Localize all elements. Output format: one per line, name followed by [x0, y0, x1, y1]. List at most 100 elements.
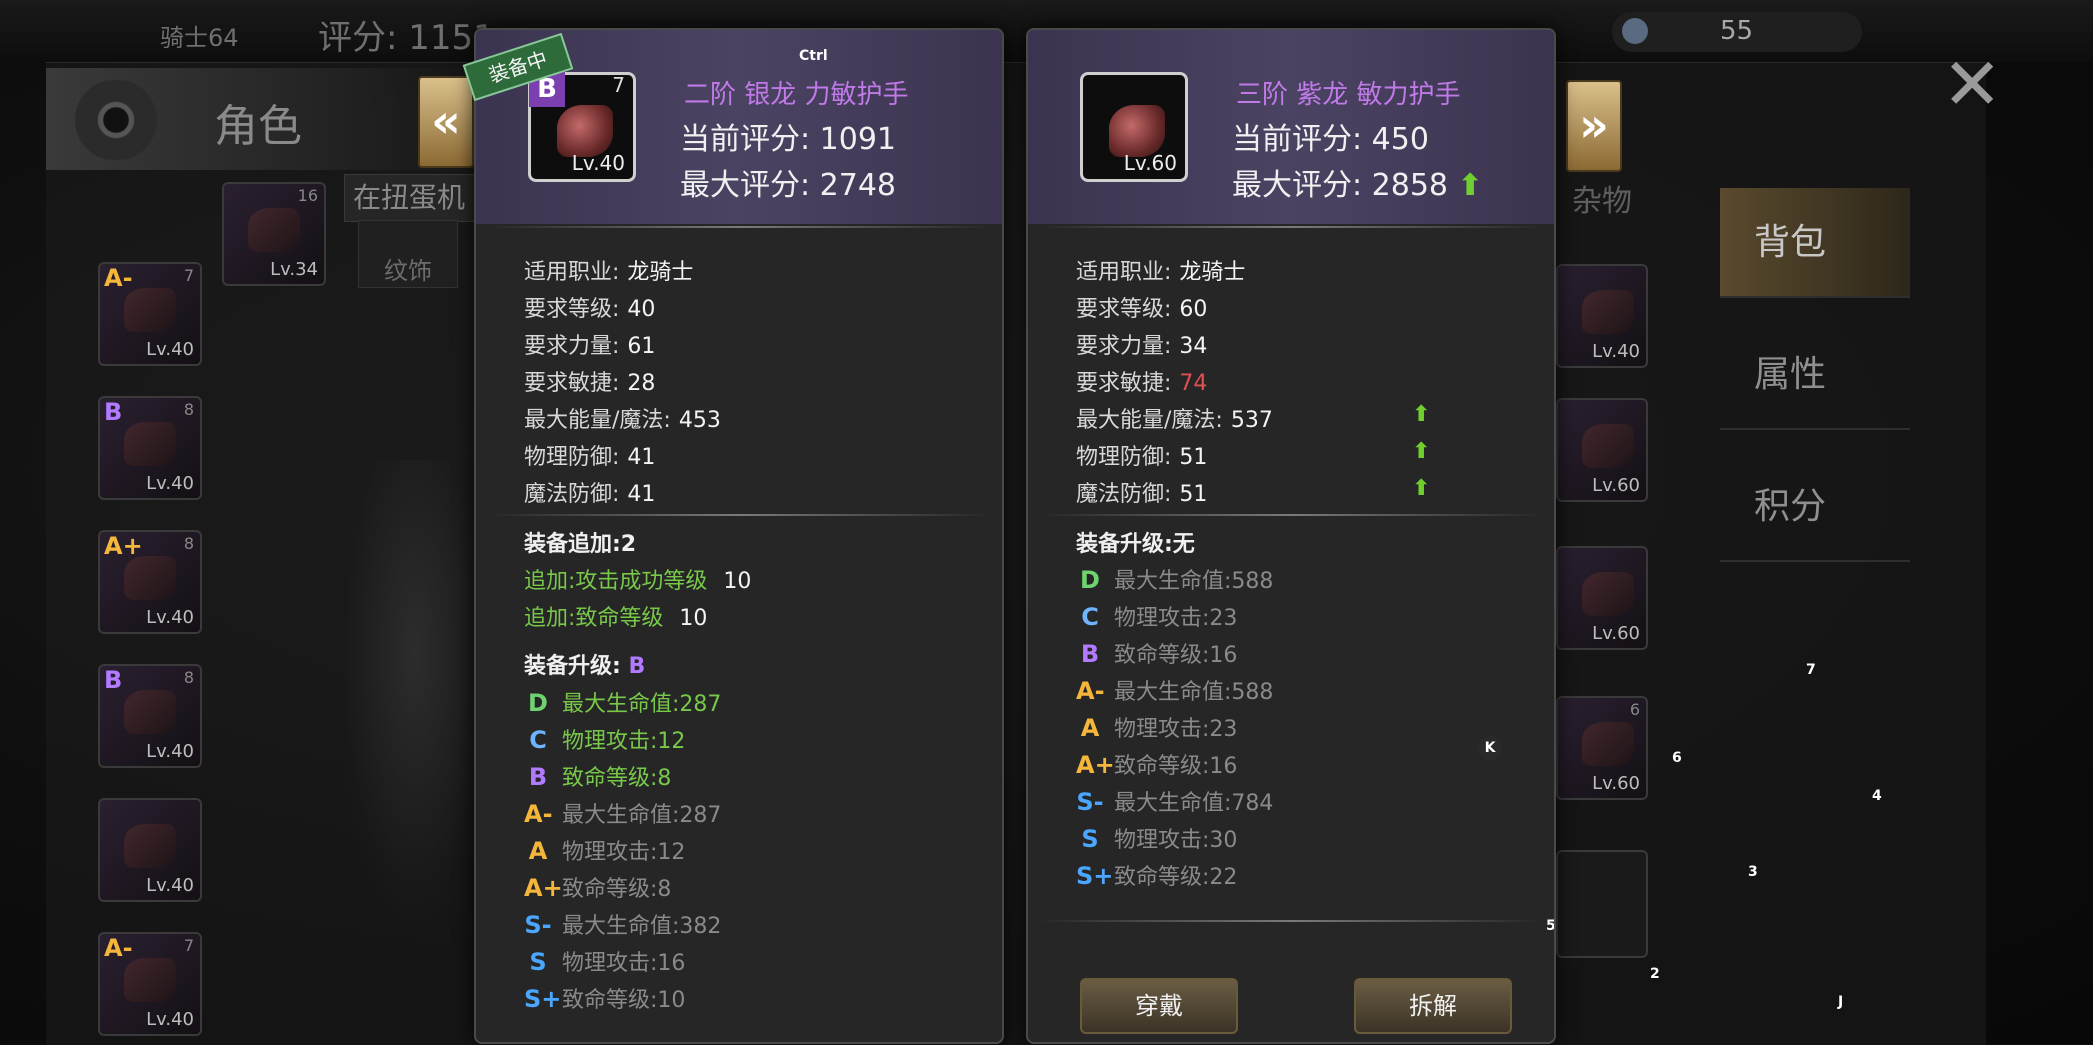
equip-slot-3[interactable]: A+ 8 Lv.40 — [98, 530, 202, 634]
equip-slot-6[interactable]: A- 7 Lv.40 — [98, 932, 202, 1036]
equip-slot-4[interactable]: B 8 Lv.40 — [98, 664, 202, 768]
extra-row: 追加:攻击成功等级 10 — [524, 563, 751, 595]
key-hint-2: 2 — [1650, 966, 1660, 982]
gloves-icon — [124, 958, 176, 1002]
divider — [486, 226, 992, 228]
slot-level: Lv.40 — [146, 741, 194, 762]
stat-value: 龙骑士 — [627, 260, 694, 285]
key-hint-ctrl: Ctrl — [799, 48, 828, 64]
grade-badge: B — [1080, 640, 1100, 668]
upgrade-text: 致命等级:22 — [1114, 865, 1238, 890]
stat-row: 适用职业: 龙骑士 — [1076, 254, 1245, 286]
armor-icon — [124, 422, 176, 466]
stat-row: 最大能量/魔法: 537 ⬆ — [1076, 402, 1430, 434]
slot-level: Lv.34 — [270, 259, 318, 280]
prev-arrow-button[interactable]: « — [418, 76, 474, 168]
grade-badge: A — [1080, 714, 1100, 742]
upgrade-row: A- 最大生命值:588 — [1076, 674, 1273, 706]
key-hint-6: 6 — [1672, 750, 1682, 766]
tab-emblem[interactable]: 纹饰 — [358, 220, 458, 288]
item-level: Lv.60 — [1123, 151, 1177, 175]
grade-badge: D — [528, 689, 548, 717]
upgrade-row: A- 最大生命值:287 — [524, 797, 721, 829]
role-emblem-icon — [62, 80, 170, 160]
slot-count: 7 — [183, 266, 194, 285]
max-score: 最大评分: 2858 ⬆ — [1232, 160, 1483, 204]
slot-level: Lv.40 — [146, 607, 194, 628]
tab-attributes[interactable]: 属性 — [1720, 320, 1910, 430]
divider — [1038, 920, 1544, 922]
slot-count: 6 — [1629, 700, 1640, 719]
upgrade-text: 最大生命值:382 — [562, 914, 722, 939]
gauntlet-icon — [557, 105, 613, 157]
item-name: 二阶 银龙 力敏护手 — [684, 80, 909, 110]
stat-row: 要求等级: 60 — [1076, 291, 1207, 323]
slot-count: 7 — [183, 936, 194, 955]
stat-value: 51 — [1179, 482, 1208, 507]
gauntlet-icon — [124, 288, 176, 332]
stat-value: 41 — [627, 445, 656, 470]
stat-label: 要求力量: — [1076, 334, 1172, 359]
tab-points[interactable]: 积分 — [1720, 452, 1910, 562]
upgrade-row: S+致命等级:10 — [524, 982, 685, 1014]
bag-slot-3[interactable]: Lv.60 — [1556, 546, 1648, 650]
stat-value: 74 — [1179, 371, 1208, 396]
equip-slot-1[interactable]: A- 7 Lv.40 — [98, 262, 202, 366]
tab-bag[interactable]: 背包 — [1720, 188, 1910, 298]
upgrade-row: S 物理攻击:30 — [1076, 822, 1237, 854]
item-level: Lv.40 — [571, 151, 625, 175]
compare-item-card: Lv.60 三阶 紫龙 敏力护手 当前评分: 450 最大评分: 2858 ⬆ … — [1026, 28, 1556, 1044]
current-score: 当前评分: 1091 — [680, 122, 896, 157]
next-arrow-button[interactable]: » — [1566, 80, 1622, 172]
grade-badge: S+ — [1076, 862, 1114, 890]
upgrade-text: 致命等级:8 — [562, 766, 672, 791]
head-equip-slot[interactable]: 16 Lv.34 — [222, 182, 326, 286]
upgrade-text: 物理攻击:16 — [562, 951, 686, 976]
current-score: 当前评分: 450 — [1232, 122, 1429, 157]
equip-slot-5[interactable]: Lv.40 — [98, 798, 202, 902]
upgrade-row: C 物理攻击:12 — [524, 723, 685, 755]
upgrade-row: S 物理攻击:16 — [524, 945, 685, 977]
max-score-text: 最大评分: 2858 — [1232, 168, 1448, 203]
score-label: 评分: 1151 — [318, 18, 495, 58]
upgrade-row: S- 最大生命值:382 — [524, 908, 721, 940]
max-score: 最大评分: 2748 — [680, 168, 896, 203]
dismantle-button[interactable]: 拆解 — [1354, 978, 1512, 1034]
stat-value: 41 — [627, 482, 656, 507]
gauntlet-icon — [1582, 290, 1634, 334]
weapon-icon — [124, 556, 176, 600]
grade-badge: C — [1081, 603, 1099, 631]
slot-grade: B — [104, 398, 123, 426]
tab-gacha[interactable]: 在扭蛋机 — [344, 174, 494, 222]
stat-label: 最大能量/魔法: — [1076, 408, 1223, 433]
slot-level: Lv.40 — [146, 1009, 194, 1030]
upgrade-text: 最大生命值:287 — [562, 803, 722, 828]
grade-badge: A+ — [1076, 751, 1115, 779]
extra-value: 10 — [679, 606, 708, 631]
stat-value: 40 — [627, 297, 656, 322]
slot-level: Lv.40 — [146, 875, 194, 896]
up-arrow-icon: ⬆ — [1412, 402, 1431, 427]
bag-slot-empty[interactable] — [1556, 850, 1648, 958]
bag-slot-4[interactable]: 6 Lv.60 — [1556, 696, 1648, 800]
tab-misc[interactable]: 杂物 — [1572, 176, 1632, 220]
stat-row: 要求敏捷: 28 — [524, 365, 655, 397]
equip-slot-2[interactable]: B 8 Lv.40 — [98, 396, 202, 500]
close-icon[interactable]: ✕ — [1942, 48, 2002, 120]
slot-level: Lv.40 — [146, 339, 194, 360]
belt-icon — [124, 690, 176, 734]
gauntlet-icon — [1582, 572, 1634, 616]
slot-grade: A+ — [104, 532, 143, 560]
extra-label: 追加:攻击成功等级 — [524, 569, 708, 594]
stat-row: 物理防御: 41 — [524, 439, 655, 471]
upgrade-text: 致命等级:16 — [1114, 643, 1238, 668]
slot-count: 8 — [183, 668, 194, 687]
stat-row: 要求等级: 40 — [524, 291, 655, 323]
equip-button[interactable]: 穿戴 — [1080, 978, 1238, 1034]
bag-slot-1[interactable]: Lv.40 — [1556, 264, 1648, 368]
key-hint-j: J — [1838, 994, 1844, 1010]
gauntlet-icon — [1109, 105, 1165, 157]
grade-badge: S — [529, 948, 547, 976]
bag-slot-2[interactable]: Lv.60 — [1556, 398, 1648, 502]
item-count: 7 — [612, 73, 625, 97]
